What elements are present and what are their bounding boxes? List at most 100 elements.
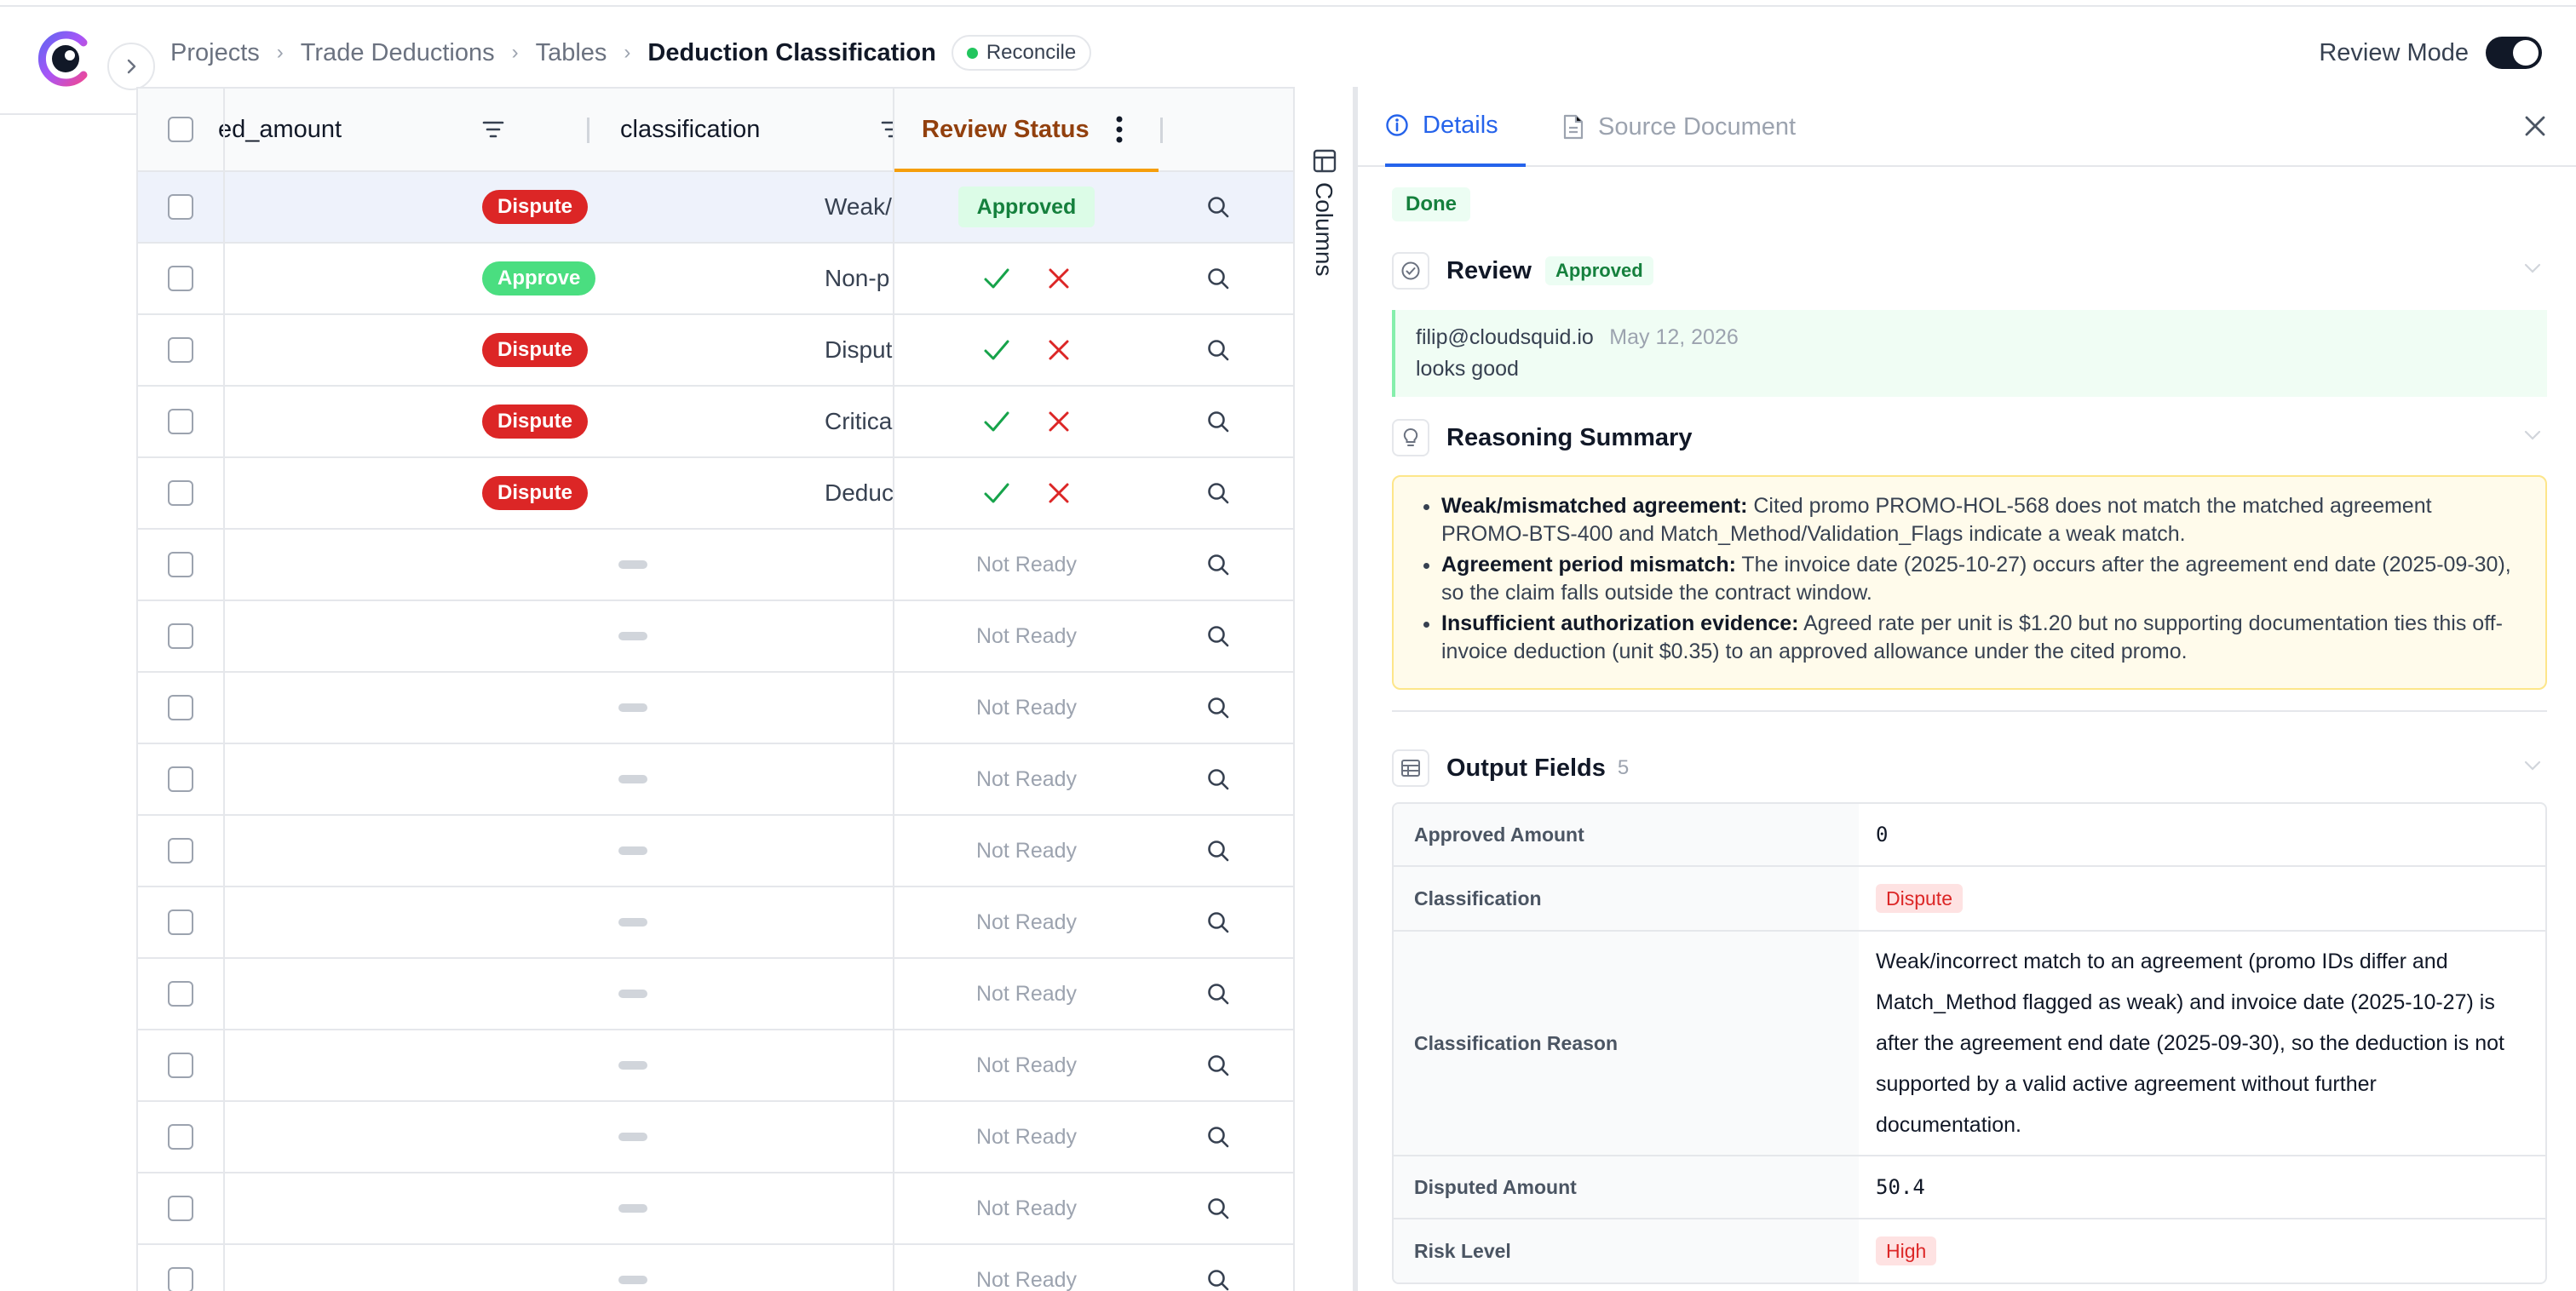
row-checkbox[interactable] bbox=[168, 337, 193, 363]
reasoning-section-header[interactable]: Reasoning Summary bbox=[1392, 417, 2550, 458]
row-checkbox[interactable] bbox=[168, 838, 193, 864]
table-row[interactable]: Approve Non-p bbox=[138, 244, 1293, 315]
classification-cell[interactable]: Dispute bbox=[482, 315, 823, 385]
classification-cell[interactable] bbox=[482, 959, 823, 1029]
search-icon[interactable] bbox=[1206, 338, 1230, 362]
row-checkbox[interactable] bbox=[168, 194, 193, 220]
filter-icon[interactable] bbox=[482, 119, 504, 140]
classification-cell[interactable] bbox=[482, 1173, 823, 1243]
classification-cell[interactable] bbox=[482, 816, 823, 886]
classification-reason-cell[interactable] bbox=[825, 530, 893, 600]
search-icon[interactable] bbox=[1206, 481, 1230, 505]
classification-reason-cell[interactable] bbox=[825, 816, 893, 886]
reject-x-icon[interactable] bbox=[1048, 410, 1070, 433]
search-icon[interactable] bbox=[1206, 1268, 1230, 1291]
row-checkbox[interactable] bbox=[168, 1267, 193, 1291]
row-checkbox[interactable] bbox=[168, 266, 193, 291]
search-icon[interactable] bbox=[1206, 267, 1230, 290]
classification-reason-cell[interactable] bbox=[825, 1030, 893, 1100]
table-row[interactable]: Dispute Weak/Approved bbox=[138, 172, 1293, 244]
columns-panel-toggle[interactable]: Columns bbox=[1293, 87, 1354, 1291]
table-row[interactable]: Not Ready bbox=[138, 601, 1293, 673]
search-icon[interactable] bbox=[1206, 553, 1230, 577]
row-checkbox[interactable] bbox=[168, 623, 193, 649]
classification-reason-cell[interactable]: Critica bbox=[825, 387, 893, 456]
select-all-checkbox[interactable] bbox=[168, 117, 193, 142]
table-row[interactable]: Dispute Disput bbox=[138, 315, 1293, 387]
risk-level-tag[interactable]: High bbox=[1876, 1236, 1937, 1265]
field-value[interactable]: Weak/incorrect match to an agreement (pr… bbox=[1859, 927, 2545, 1159]
classification-reason-cell[interactable]: Non-p bbox=[825, 244, 893, 313]
classification-cell[interactable]: Dispute bbox=[482, 458, 823, 528]
classification-tag[interactable]: Dispute bbox=[1876, 884, 1963, 913]
search-icon[interactable] bbox=[1206, 767, 1230, 791]
row-checkbox[interactable] bbox=[168, 1053, 193, 1078]
table-row[interactable]: Dispute Critica bbox=[138, 387, 1293, 458]
classification-reason-cell[interactable]: Disput bbox=[825, 315, 893, 385]
breadcrumb-trade-deductions[interactable]: Trade Deductions bbox=[301, 39, 495, 67]
row-checkbox[interactable] bbox=[168, 981, 193, 1007]
classification-reason-cell[interactable] bbox=[825, 959, 893, 1029]
table-row[interactable]: Not Ready bbox=[138, 744, 1293, 816]
table-row[interactable]: Not Ready bbox=[138, 887, 1293, 959]
chevron-down-icon[interactable] bbox=[2523, 262, 2542, 274]
tab-details[interactable]: Details bbox=[1385, 87, 1526, 167]
table-row[interactable]: Not Ready bbox=[138, 1102, 1293, 1173]
search-icon[interactable] bbox=[1206, 1053, 1230, 1077]
classification-reason-cell[interactable] bbox=[825, 1102, 893, 1172]
classification-cell[interactable]: Approve bbox=[482, 244, 823, 313]
column-header-approved-amount[interactable]: ed_amount bbox=[218, 89, 589, 170]
row-checkbox[interactable] bbox=[168, 909, 193, 935]
row-checkbox[interactable] bbox=[168, 480, 193, 506]
classification-reason-cell[interactable]: Deduc bbox=[825, 458, 893, 528]
row-checkbox[interactable] bbox=[168, 409, 193, 434]
table-row[interactable]: Not Ready bbox=[138, 1030, 1293, 1102]
output-fields-section-header[interactable]: Output Fields 5 bbox=[1392, 748, 2550, 789]
column-header-review-status[interactable]: Review Status bbox=[894, 89, 1159, 170]
breadcrumb-projects[interactable]: Projects bbox=[170, 39, 260, 67]
reject-x-icon[interactable] bbox=[1048, 339, 1070, 361]
classification-reason-cell[interactable] bbox=[825, 601, 893, 671]
classification-reason-cell[interactable] bbox=[825, 1173, 893, 1243]
table-row[interactable]: Not Ready bbox=[138, 816, 1293, 887]
classification-reason-cell[interactable] bbox=[825, 887, 893, 957]
search-icon[interactable] bbox=[1206, 696, 1230, 720]
classification-cell[interactable] bbox=[482, 744, 823, 814]
search-icon[interactable] bbox=[1206, 982, 1230, 1006]
classification-reason-cell[interactable] bbox=[825, 1245, 893, 1291]
app-logo[interactable] bbox=[37, 31, 94, 87]
table-row[interactable]: Not Ready bbox=[138, 673, 1293, 744]
classification-reason-cell[interactable] bbox=[825, 744, 893, 814]
close-icon[interactable] bbox=[2520, 111, 2550, 141]
tab-source-document[interactable]: Source Document bbox=[1562, 87, 1796, 167]
table-row[interactable]: Not Ready bbox=[138, 1245, 1293, 1291]
search-icon[interactable] bbox=[1206, 910, 1230, 934]
classification-cell[interactable] bbox=[482, 601, 823, 671]
field-value[interactable]: 50.4 bbox=[1859, 1175, 2545, 1199]
row-checkbox[interactable] bbox=[168, 1196, 193, 1221]
review-mode-toggle[interactable] bbox=[2486, 37, 2542, 69]
search-icon[interactable] bbox=[1206, 195, 1230, 219]
chevron-down-icon[interactable] bbox=[2523, 760, 2542, 772]
search-icon[interactable] bbox=[1206, 839, 1230, 863]
table-row[interactable]: Dispute Deduc bbox=[138, 458, 1293, 530]
approve-check-icon[interactable] bbox=[983, 481, 1010, 505]
column-resize-handle[interactable] bbox=[1160, 118, 1163, 143]
search-icon[interactable] bbox=[1206, 410, 1230, 433]
row-checkbox[interactable] bbox=[168, 1124, 193, 1150]
column-menu-icon[interactable] bbox=[1114, 114, 1124, 145]
search-icon[interactable] bbox=[1206, 1196, 1230, 1220]
classification-cell[interactable] bbox=[482, 530, 823, 600]
approve-check-icon[interactable] bbox=[983, 410, 1010, 433]
reject-x-icon[interactable] bbox=[1048, 482, 1070, 504]
table-row[interactable]: Not Ready bbox=[138, 1173, 1293, 1245]
approve-check-icon[interactable] bbox=[983, 267, 1010, 290]
expand-sidebar-button[interactable] bbox=[107, 43, 155, 90]
table-row[interactable]: Not Ready bbox=[138, 530, 1293, 601]
classification-cell[interactable]: Dispute bbox=[482, 387, 823, 456]
classification-cell[interactable] bbox=[482, 1102, 823, 1172]
reject-x-icon[interactable] bbox=[1048, 267, 1070, 290]
classification-cell[interactable] bbox=[482, 1245, 823, 1291]
classification-cell[interactable] bbox=[482, 1030, 823, 1100]
field-value[interactable]: 0 bbox=[1859, 823, 2545, 846]
